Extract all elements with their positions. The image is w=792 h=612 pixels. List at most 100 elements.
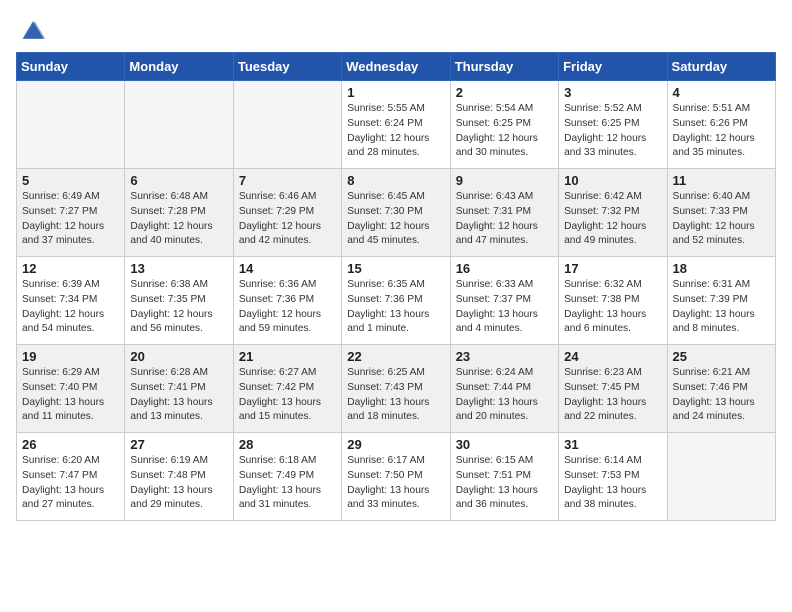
calendar-cell: 31Sunrise: 6:14 AMSunset: 7:53 PMDayligh… <box>559 433 667 521</box>
day-info: Sunrise: 5:52 AMSunset: 6:25 PMDaylight:… <box>564 102 661 161</box>
day-info: Sunrise: 6:18 AMSunset: 7:49 PMDaylight:… <box>239 454 336 513</box>
weekday-header-friday: Friday <box>559 53 667 81</box>
day-info: Sunrise: 6:15 AMSunset: 7:51 PMDaylight:… <box>456 454 553 513</box>
day-number: 11 <box>673 173 770 188</box>
calendar-cell: 17 Sunrise: 6:32 AMSunset: 7:38 PMDayligh… <box>559 257 667 345</box>
calendar-cell <box>125 81 233 169</box>
day-info: Sunrise: 6:43 AMSunset: 7:31 PMDaylight:… <box>456 190 553 249</box>
calendar-cell: 1Sunrise: 5:55 AMSunset: 6:24 PMDaylight… <box>342 81 450 169</box>
calendar-cell <box>17 81 125 169</box>
day-number: 31 <box>564 437 661 452</box>
calendar-cell: 28 Sunrise: 6:18 AMSunset: 7:49 PMDayligh… <box>233 433 341 521</box>
calendar-cell: 10 Sunrise: 6:42 AMSunset: 7:32 PMDayligh… <box>559 169 667 257</box>
calendar-cell: 29Sunrise: 6:17 AMSunset: 7:50 PMDayligh… <box>342 433 450 521</box>
calendar-cell: 22 Sunrise: 6:25 AMSunset: 7:43 PMDayligh… <box>342 345 450 433</box>
weekday-header-tuesday: Tuesday <box>233 53 341 81</box>
calendar-cell: 19 Sunrise: 6:29 AMSunset: 7:40 PMDayligh… <box>17 345 125 433</box>
day-info: Sunrise: 6:49 AMSunset: 7:27 PMDaylight:… <box>22 190 119 249</box>
day-number: 12 <box>22 261 119 276</box>
day-info: Sunrise: 6:38 AMSunset: 7:35 PMDaylight:… <box>130 278 227 337</box>
day-number: 28 <box>239 437 336 452</box>
day-info: Sunrise: 6:32 AMSunset: 7:38 PMDaylight:… <box>564 278 661 337</box>
calendar-cell: 8Sunrise: 6:45 AMSunset: 7:30 PMDaylight… <box>342 169 450 257</box>
day-number: 26 <box>22 437 119 452</box>
day-info: Sunrise: 6:27 AMSunset: 7:42 PMDaylight:… <box>239 366 336 425</box>
logo <box>16 16 47 44</box>
page: SundayMondayTuesdayWednesdayThursdayFrid… <box>0 0 792 537</box>
calendar-cell: 27 Sunrise: 6:19 AMSunset: 7:48 PMDayligh… <box>125 433 233 521</box>
day-info: Sunrise: 6:31 AMSunset: 7:39 PMDaylight:… <box>673 278 770 337</box>
day-number: 24 <box>564 349 661 364</box>
day-info: Sunrise: 5:54 AMSunset: 6:25 PMDaylight:… <box>456 102 553 161</box>
calendar-cell: 14Sunrise: 6:36 AMSunset: 7:36 PMDayligh… <box>233 257 341 345</box>
day-number: 19 <box>22 349 119 364</box>
day-info: Sunrise: 6:48 AMSunset: 7:28 PMDaylight:… <box>130 190 227 249</box>
day-info: Sunrise: 6:42 AMSunset: 7:32 PMDaylight:… <box>564 190 661 249</box>
calendar-cell: 24 Sunrise: 6:23 AMSunset: 7:45 PMDayligh… <box>559 345 667 433</box>
day-number: 17 <box>564 261 661 276</box>
day-number: 2 <box>456 85 553 100</box>
day-number: 18 <box>673 261 770 276</box>
weekday-header-monday: Monday <box>125 53 233 81</box>
calendar-cell: 30 Sunrise: 6:15 AMSunset: 7:51 PMDayligh… <box>450 433 558 521</box>
day-number: 3 <box>564 85 661 100</box>
calendar-cell: 7Sunrise: 6:46 AMSunset: 7:29 PMDaylight… <box>233 169 341 257</box>
day-info: Sunrise: 6:20 AMSunset: 7:47 PMDaylight:… <box>22 454 119 513</box>
calendar-cell: 13 Sunrise: 6:38 AMSunset: 7:35 PMDayligh… <box>125 257 233 345</box>
calendar-cell: 11 Sunrise: 6:40 AMSunset: 7:33 PMDayligh… <box>667 169 775 257</box>
day-number: 6 <box>130 173 227 188</box>
day-number: 23 <box>456 349 553 364</box>
day-info: Sunrise: 6:39 AMSunset: 7:34 PMDaylight:… <box>22 278 119 337</box>
day-number: 29 <box>347 437 444 452</box>
calendar-week-row-3: 12 Sunrise: 6:39 AMSunset: 7:34 PMDayligh… <box>17 257 776 345</box>
day-number: 27 <box>130 437 227 452</box>
day-info: Sunrise: 6:24 AMSunset: 7:44 PMDaylight:… <box>456 366 553 425</box>
day-info: Sunrise: 6:33 AMSunset: 7:37 PMDaylight:… <box>456 278 553 337</box>
day-number: 14 <box>239 261 336 276</box>
calendar-cell: 3 Sunrise: 5:52 AMSunset: 6:25 PMDaylight… <box>559 81 667 169</box>
day-number: 30 <box>456 437 553 452</box>
calendar-week-row-5: 26 Sunrise: 6:20 AMSunset: 7:47 PMDayligh… <box>17 433 776 521</box>
calendar-cell: 23 Sunrise: 6:24 AMSunset: 7:44 PMDayligh… <box>450 345 558 433</box>
calendar-table: SundayMondayTuesdayWednesdayThursdayFrid… <box>16 52 776 521</box>
calendar-cell: 5Sunrise: 6:49 AMSunset: 7:27 PMDaylight… <box>17 169 125 257</box>
day-info: Sunrise: 6:23 AMSunset: 7:45 PMDaylight:… <box>564 366 661 425</box>
calendar-cell <box>233 81 341 169</box>
weekday-header-thursday: Thursday <box>450 53 558 81</box>
day-number: 9 <box>456 173 553 188</box>
day-info: Sunrise: 5:51 AMSunset: 6:26 PMDaylight:… <box>673 102 770 161</box>
calendar-cell: 18 Sunrise: 6:31 AMSunset: 7:39 PMDayligh… <box>667 257 775 345</box>
day-info: Sunrise: 5:55 AMSunset: 6:24 PMDaylight:… <box>347 102 444 161</box>
day-info: Sunrise: 6:28 AMSunset: 7:41 PMDaylight:… <box>130 366 227 425</box>
calendar-cell: 21Sunrise: 6:27 AMSunset: 7:42 PMDayligh… <box>233 345 341 433</box>
day-number: 16 <box>456 261 553 276</box>
logo-icon <box>19 16 47 44</box>
calendar-cell: 26 Sunrise: 6:20 AMSunset: 7:47 PMDayligh… <box>17 433 125 521</box>
day-info: Sunrise: 6:45 AMSunset: 7:30 PMDaylight:… <box>347 190 444 249</box>
calendar-cell: 15Sunrise: 6:35 AMSunset: 7:36 PMDayligh… <box>342 257 450 345</box>
calendar-cell: 25Sunrise: 6:21 AMSunset: 7:46 PMDayligh… <box>667 345 775 433</box>
calendar-cell: 4 Sunrise: 5:51 AMSunset: 6:26 PMDaylight… <box>667 81 775 169</box>
header <box>16 10 776 44</box>
weekday-header-sunday: Sunday <box>17 53 125 81</box>
day-number: 7 <box>239 173 336 188</box>
calendar-cell <box>667 433 775 521</box>
calendar-cell: 20Sunrise: 6:28 AMSunset: 7:41 PMDayligh… <box>125 345 233 433</box>
day-info: Sunrise: 6:19 AMSunset: 7:48 PMDaylight:… <box>130 454 227 513</box>
calendar-cell: 9 Sunrise: 6:43 AMSunset: 7:31 PMDaylight… <box>450 169 558 257</box>
calendar-cell: 6 Sunrise: 6:48 AMSunset: 7:28 PMDaylight… <box>125 169 233 257</box>
day-info: Sunrise: 6:29 AMSunset: 7:40 PMDaylight:… <box>22 366 119 425</box>
weekday-header-saturday: Saturday <box>667 53 775 81</box>
day-number: 10 <box>564 173 661 188</box>
day-info: Sunrise: 6:40 AMSunset: 7:33 PMDaylight:… <box>673 190 770 249</box>
day-number: 22 <box>347 349 444 364</box>
day-number: 13 <box>130 261 227 276</box>
day-number: 4 <box>673 85 770 100</box>
weekday-header-row: SundayMondayTuesdayWednesdayThursdayFrid… <box>17 53 776 81</box>
calendar-cell: 12 Sunrise: 6:39 AMSunset: 7:34 PMDayligh… <box>17 257 125 345</box>
calendar-cell: 2 Sunrise: 5:54 AMSunset: 6:25 PMDaylight… <box>450 81 558 169</box>
day-info: Sunrise: 6:25 AMSunset: 7:43 PMDaylight:… <box>347 366 444 425</box>
weekday-header-wednesday: Wednesday <box>342 53 450 81</box>
calendar-week-row-4: 19 Sunrise: 6:29 AMSunset: 7:40 PMDayligh… <box>17 345 776 433</box>
day-number: 15 <box>347 261 444 276</box>
